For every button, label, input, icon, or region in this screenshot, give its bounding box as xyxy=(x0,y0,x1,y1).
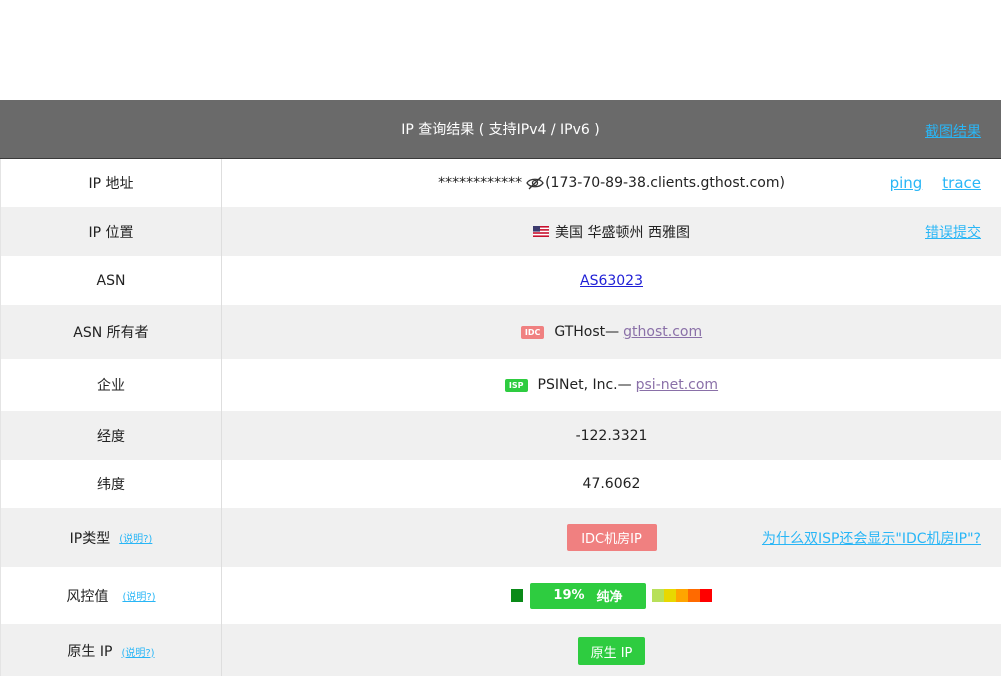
ip-type-help-link[interactable]: (说明?) xyxy=(119,530,152,545)
risk-meter: 19% 纯净 xyxy=(511,582,712,609)
row-ip-type: IP类型 (说明?) IDC机房IP 为什么双ISP还会显示"IDC机房IP"? xyxy=(0,508,1001,567)
row-value: AS63023 xyxy=(222,256,1001,305)
risk-status: 纯净 xyxy=(596,590,623,605)
row-label: 纬度 xyxy=(1,460,222,508)
company-domain-link[interactable]: psi-net.com xyxy=(636,377,718,393)
row-label: 风控值 (说明?) xyxy=(1,567,222,624)
row-company: 企业 ISP PSINet, Inc.— psi-net.com xyxy=(0,359,1001,411)
company-name: PSINet, Inc.— xyxy=(537,377,632,393)
row-native-ip: 原生 IP (说明?) 原生 IP xyxy=(0,624,1001,676)
row-longitude: 经度 -122.3321 xyxy=(0,411,1001,460)
result-table: IP 地址 ************ (173-70-89-38.clients… xyxy=(0,159,1001,676)
ip-hostname: (173-70-89-38.clients.gthost.com) xyxy=(545,175,785,191)
header-title: IP 查询结果 ( 支持IPv4 / IPv6 ) xyxy=(401,122,600,138)
risk-scale-segment xyxy=(700,589,712,602)
row-value: 原生 IP xyxy=(222,624,1001,676)
risk-help-link[interactable]: (说明?) xyxy=(122,588,155,603)
row-asn-owner: ASN 所有者 IDC GTHost— gthost.com xyxy=(0,305,1001,359)
screenshot-result-link[interactable]: 截图结果 xyxy=(925,121,981,141)
asn-owner-domain-link[interactable]: gthost.com xyxy=(623,324,702,340)
risk-scale xyxy=(652,589,712,602)
idc-ip-badge: IDC机房IP xyxy=(566,524,657,551)
ping-link[interactable]: ping xyxy=(890,174,923,192)
trace-link[interactable]: trace xyxy=(942,174,981,192)
risk-percent: 19% xyxy=(553,588,585,603)
longitude-value: -122.3321 xyxy=(575,427,648,444)
native-ip-help-link[interactable]: (说明?) xyxy=(121,644,154,659)
risk-scale-segment xyxy=(652,589,664,602)
isp-badge: ISP xyxy=(504,378,528,392)
row-value: ************ (173-70-89-38.clients.gthos… xyxy=(222,159,1001,207)
ip-type-label: IP类型 xyxy=(69,530,111,547)
risk-label: 风控值 xyxy=(66,588,109,605)
asn-owner-name: GTHost— xyxy=(554,324,620,340)
idc-badge: IDC xyxy=(520,325,545,339)
row-ip-location: IP 位置 美国 华盛顿州 西雅图 错误提交 xyxy=(0,207,1001,256)
row-label: IP 位置 xyxy=(1,207,222,256)
row-label: 原生 IP (说明?) xyxy=(1,624,222,676)
masked-ip: ************ xyxy=(438,175,523,191)
result-header: IP 查询结果 ( 支持IPv4 / IPv6 ) 截图结果 xyxy=(0,100,1001,159)
risk-scale-segment xyxy=(676,589,688,602)
row-label: ASN 所有者 xyxy=(1,305,222,359)
risk-level-square xyxy=(511,589,523,602)
row-value: IDC GTHost— gthost.com xyxy=(222,305,1001,359)
eye-off-icon[interactable] xyxy=(526,176,544,190)
location-text: 美国 华盛顿州 西雅图 xyxy=(555,224,690,241)
row-label: 企业 xyxy=(1,359,222,411)
row-label: IP 地址 xyxy=(1,159,222,207)
latitude-value: 47.6062 xyxy=(582,476,641,492)
risk-score-badge: 19% 纯净 xyxy=(530,582,646,609)
row-label: IP类型 (说明?) xyxy=(1,508,222,567)
top-blank-area xyxy=(0,0,1001,100)
row-label: 经度 xyxy=(1,411,222,460)
row-label: ASN xyxy=(1,256,222,305)
row-value: 美国 华盛顿州 西雅图 xyxy=(222,207,1001,256)
row-asn: ASN AS63023 xyxy=(0,256,1001,305)
ip-tools: ping trace xyxy=(890,174,981,192)
dual-isp-question-link[interactable]: 为什么双ISP还会显示"IDC机房IP"? xyxy=(762,528,981,548)
risk-scale-segment xyxy=(664,589,676,602)
row-value: ISP PSINet, Inc.— psi-net.com xyxy=(222,359,1001,411)
native-ip-badge: 原生 IP xyxy=(578,637,645,665)
asn-link[interactable]: AS63023 xyxy=(580,273,643,289)
native-ip-label: 原生 IP xyxy=(67,644,113,660)
row-risk-score: 风控值 (说明?) 19% 纯净 xyxy=(0,567,1001,624)
report-error-link[interactable]: 错误提交 xyxy=(925,222,981,242)
row-value: 19% 纯净 xyxy=(222,567,1001,624)
us-flag-icon xyxy=(533,226,550,237)
row-ip-address: IP 地址 ************ (173-70-89-38.clients… xyxy=(0,159,1001,207)
risk-scale-segment xyxy=(688,589,700,602)
row-latitude: 纬度 47.6062 xyxy=(0,460,1001,508)
